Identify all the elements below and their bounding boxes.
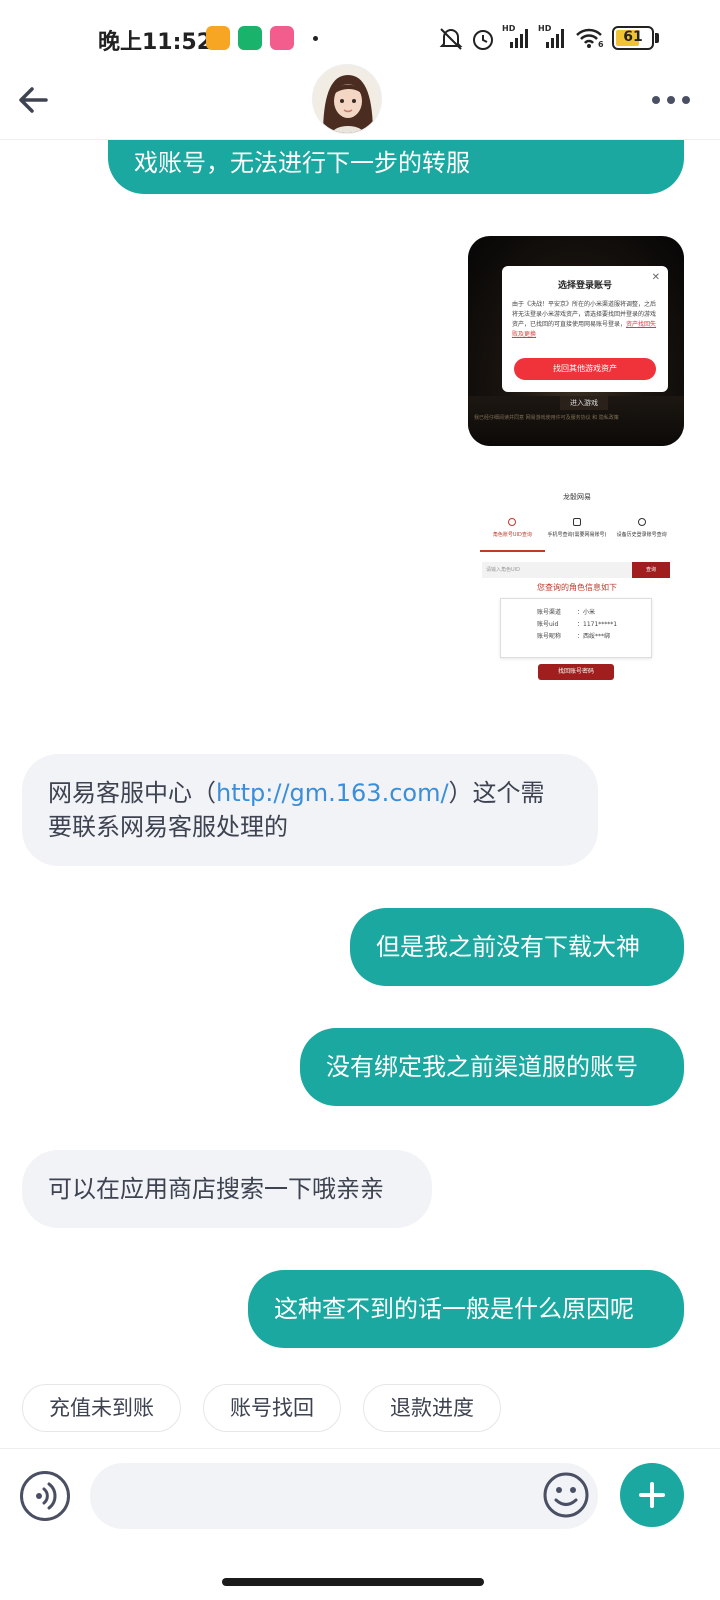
image-tabs: 角色账号UID查询 手机号查询(需要网易账号) 设备历史登录账号查询 bbox=[480, 514, 674, 552]
message-bubble-outgoing[interactable]: 但是我之前没有下载大神 bbox=[350, 908, 684, 986]
message-bubble-outgoing[interactable]: 这种查不到的话一般是什么原因呢 bbox=[248, 1270, 684, 1348]
message-input[interactable] bbox=[90, 1463, 598, 1529]
voice-icon bbox=[36, 1482, 57, 1510]
image-query-button: 查询 bbox=[632, 562, 670, 578]
image-tab-uid: 角色账号UID查询 bbox=[480, 514, 545, 552]
message-text: 戏账号，无法进行下一步的转服 bbox=[134, 149, 470, 177]
image-page-title: 龙骰网易 bbox=[563, 493, 591, 501]
emoji-icon[interactable] bbox=[542, 1471, 590, 1519]
notification-dot-icon bbox=[313, 36, 318, 41]
chat-messages: 戏账号，无法进行下一步的转服 选择登录账号 ✕ 由于《决战！平安京》所在的小米渠… bbox=[0, 140, 720, 1380]
add-attachment-button[interactable] bbox=[620, 1463, 684, 1527]
message-bubble-outgoing[interactable]: 没有绑定我之前渠道服的账号 bbox=[300, 1028, 684, 1106]
image-tab-phone: 手机号查询(需要网易账号) bbox=[545, 514, 610, 552]
input-bar bbox=[0, 1448, 720, 1548]
more-options-icon[interactable] bbox=[650, 90, 692, 110]
wifi-label: 6 bbox=[598, 40, 604, 49]
notes-app-icon bbox=[206, 26, 230, 50]
image-result-row: 账号uid ：1171*****1 bbox=[537, 621, 618, 628]
image-dialog-title: 选择登录账号 bbox=[557, 281, 612, 291]
quick-replies: 充值未到账 账号找回 退款进度 bbox=[22, 1384, 501, 1434]
image-search-input: 请输入角色UID bbox=[482, 562, 632, 578]
bilibili-app-icon bbox=[270, 26, 294, 50]
battery-level: 61 bbox=[623, 29, 643, 45]
quick-reply-recharge[interactable]: 充值未到账 bbox=[22, 1384, 181, 1432]
message-text: 这种查不到的话一般是什么原因呢 bbox=[274, 1295, 634, 1323]
image-tab-device: 设备历史登录账号查询 bbox=[609, 514, 674, 552]
image-fine-print: 我已经仔细阅读并同意 网易游戏使用许可及服务协议 和 隐私政策 bbox=[474, 415, 619, 421]
image-dialog-button: 找回其他游戏资产 bbox=[514, 358, 656, 380]
message-text: 可以在应用商店搜索一下哦亲亲 bbox=[48, 1175, 384, 1203]
image-recover-button: 找回账号密码 bbox=[538, 664, 614, 680]
image-result-title: 您查询的角色信息如下 bbox=[537, 583, 617, 592]
battery-cap bbox=[655, 33, 659, 43]
message-text: 网易客服中心（http://gm.163.com/）这个需 bbox=[48, 779, 545, 807]
message-text-line2: 要联系网易客服处理的 bbox=[48, 813, 288, 841]
image-dialog: 选择登录账号 ✕ 由于《决战！平安京》所在的小米渠道服将调整，之后将无法登录小米… bbox=[502, 266, 668, 392]
quick-reply-refund[interactable]: 退款进度 bbox=[363, 1384, 501, 1432]
security-app-icon bbox=[238, 26, 262, 50]
image-result-card: 账号渠道 ：小米 账号uid ：1171*****1 账号昵称 ：西绥***绑 bbox=[500, 598, 652, 658]
avatar-portrait bbox=[313, 65, 381, 133]
message-link[interactable]: http://gm.163.com/ bbox=[216, 779, 449, 807]
message-text: 但是我之前没有下载大神 bbox=[376, 933, 640, 961]
quick-reply-account-recovery[interactable]: 账号找回 bbox=[203, 1384, 341, 1432]
image-enter-game: 进入游戏 bbox=[560, 396, 608, 410]
home-indicator[interactable] bbox=[222, 1578, 484, 1586]
message-bubble-incoming[interactable]: 可以在应用商店搜索一下哦亲亲 bbox=[22, 1150, 432, 1228]
message-text: 没有绑定我之前渠道服的账号 bbox=[326, 1053, 638, 1081]
user-icon bbox=[508, 518, 517, 526]
mute-bell-icon bbox=[439, 28, 463, 50]
message-image-login-dialog[interactable]: 选择登录账号 ✕ 由于《决战！平安京》所在的小米渠道服将调整，之后将无法登录小米… bbox=[468, 236, 684, 446]
chat-header bbox=[0, 60, 720, 140]
avatar[interactable] bbox=[312, 64, 382, 134]
image-result-row: 账号昵称 ：西绥***绑 bbox=[537, 633, 611, 640]
back-arrow-icon[interactable] bbox=[14, 80, 54, 120]
image-close-icon: ✕ bbox=[651, 272, 660, 283]
hd-label-2: HD bbox=[538, 24, 552, 33]
alarm-icon bbox=[473, 30, 493, 50]
voice-input-button[interactable] bbox=[20, 1471, 70, 1521]
plus-icon bbox=[639, 1482, 665, 1508]
battery-icon: 61 bbox=[612, 26, 654, 50]
message-bubble-outgoing[interactable]: 戏账号，无法进行下一步的转服 bbox=[108, 140, 684, 194]
timer-icon bbox=[637, 518, 646, 526]
image-dialog-body: 由于《决战！平安京》所在的小米渠道服将调整，之后将无法登录小米游戏资产，请选择要… bbox=[512, 301, 657, 338]
phone-icon bbox=[573, 518, 581, 526]
hd-label-1: HD bbox=[502, 24, 516, 33]
status-time: 晚上11:52 bbox=[98, 30, 213, 55]
message-image-account-query[interactable]: 龙骰网易 角色账号UID查询 手机号查询(需要网易账号) 设备历史登录账号查询 … bbox=[470, 492, 684, 710]
message-bubble-incoming[interactable]: 网易客服中心（http://gm.163.com/）这个需 要联系网易客服处理的 bbox=[22, 754, 598, 866]
image-result-row: 账号渠道 ：小米 bbox=[537, 609, 596, 616]
